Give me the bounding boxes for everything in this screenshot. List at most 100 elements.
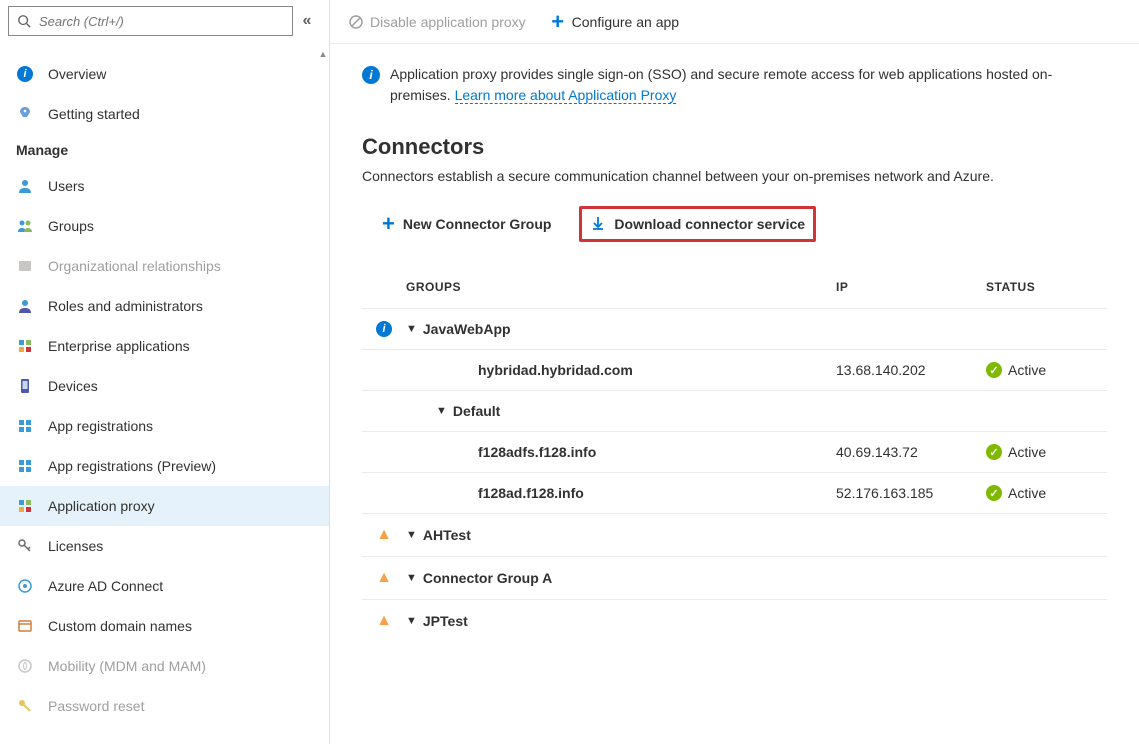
sidebar-item-licenses[interactable]: Licenses: [0, 526, 329, 566]
table-row[interactable]: hybridad.hybridad.com 13.68.140.202 ✓Act…: [362, 349, 1107, 390]
check-icon: ✓: [986, 444, 1002, 460]
table-row[interactable]: ▼ Default: [362, 390, 1107, 431]
warning-icon: ▲: [376, 569, 392, 587]
groups-icon: [16, 217, 34, 235]
grid-icon: [16, 457, 34, 475]
main-content: Disable application proxy + Configure an…: [330, 0, 1139, 744]
new-connector-group-button[interactable]: + New Connector Group: [374, 206, 559, 242]
caret-down-icon[interactable]: ▼: [406, 615, 417, 627]
column-header-status[interactable]: STATUS: [986, 280, 1107, 294]
learn-more-link[interactable]: Learn more about Application Proxy: [455, 87, 677, 104]
table-row[interactable]: i ▼ JavaWebApp: [362, 308, 1107, 349]
action-label: New Connector Group: [403, 216, 552, 232]
table-header-row: GROUPS IP STATUS: [362, 266, 1107, 308]
mobility-icon: [16, 657, 34, 675]
user-icon: [16, 177, 34, 195]
toolbar-label: Disable application proxy: [370, 14, 526, 30]
connectors-subtext: Connectors establish a secure communicat…: [362, 168, 1107, 184]
caret-down-icon[interactable]: ▼: [436, 405, 447, 417]
sidebar-item-label: Getting started: [48, 106, 140, 122]
connect-icon: [16, 577, 34, 595]
sidebar-item-label: Enterprise applications: [48, 338, 190, 354]
group-name: Connector Group A: [423, 570, 552, 586]
sidebar-item-roles-and-administrators[interactable]: Roles and administrators: [0, 286, 329, 326]
caret-down-icon[interactable]: ▼: [406, 572, 417, 584]
host-name: hybridad.hybridad.com: [478, 362, 633, 378]
grid-icon: [16, 337, 34, 355]
sidebar-item-label: Mobility (MDM and MAM): [48, 658, 206, 674]
host-ip: 40.69.143.72: [836, 444, 986, 460]
column-header-groups[interactable]: GROUPS: [406, 280, 836, 294]
search-icon: [17, 14, 31, 28]
key-icon: [16, 537, 34, 555]
sidebar-item-application-proxy[interactable]: Application proxy: [0, 486, 329, 526]
host-name: f128ad.f128.info: [478, 485, 584, 501]
sidebar-item-azure-ad-connect[interactable]: Azure AD Connect: [0, 566, 329, 606]
table-row[interactable]: ▲ ▼ AHTest: [362, 513, 1107, 556]
connectors-table: GROUPS IP STATUS i ▼ JavaWebApp hybridad.…: [362, 266, 1107, 642]
table-row[interactable]: f128ad.f128.info 52.176.163.185 ✓Active: [362, 472, 1107, 513]
group-name: JavaWebApp: [423, 321, 511, 337]
info-banner: i Application proxy provides single sign…: [362, 64, 1107, 106]
sidebar-item-getting-started[interactable]: Getting started: [0, 94, 329, 134]
admin-icon: [16, 297, 34, 315]
sidebar-item-label: Azure AD Connect: [48, 578, 163, 594]
sidebar-item-password-reset: Password reset: [0, 686, 329, 726]
download-connector-service-button[interactable]: Download connector service: [579, 206, 816, 242]
table-row[interactable]: ▲ ▼ Connector Group A: [362, 556, 1107, 599]
device-icon: [16, 377, 34, 395]
search-input[interactable]: [39, 14, 284, 29]
sidebar-item-overview[interactable]: i Overview: [0, 54, 329, 94]
sidebar-item-label: Password reset: [48, 698, 144, 714]
host-ip: 52.176.163.185: [836, 485, 986, 501]
search-box[interactable]: [8, 6, 293, 36]
sidebar-item-enterprise-applications[interactable]: Enterprise applications: [0, 326, 329, 366]
info-icon: i: [16, 65, 34, 83]
sidebar-item-custom-domain-names[interactable]: Custom domain names: [0, 606, 329, 646]
sidebar-item-organizational-relationships: Organizational relationships: [0, 246, 329, 286]
action-label: Download connector service: [614, 216, 805, 232]
check-icon: ✓: [986, 485, 1002, 501]
caret-down-icon[interactable]: ▼: [406, 529, 417, 541]
sidebar-item-app-registrations[interactable]: App registrations: [0, 406, 329, 446]
info-icon: i: [376, 321, 392, 337]
sidebar-item-app-registrations-preview[interactable]: App registrations (Preview): [0, 446, 329, 486]
group-name: AHTest: [423, 527, 471, 543]
sidebar-item-label: Application proxy: [48, 498, 155, 514]
status-badge: ✓Active: [986, 444, 1107, 460]
configure-an-app-button[interactable]: + Configure an app: [550, 14, 679, 30]
sidebar-item-users[interactable]: Users: [0, 166, 329, 206]
caret-down-icon[interactable]: ▼: [406, 323, 417, 335]
status-badge: ✓Active: [986, 485, 1107, 501]
plus-icon: +: [550, 14, 566, 30]
org-icon: [16, 257, 34, 275]
plus-icon: +: [382, 213, 395, 235]
domain-icon: [16, 617, 34, 635]
sidebar-item-label: App registrations: [48, 418, 153, 434]
group-name: Default: [453, 403, 500, 419]
download-icon: [590, 215, 606, 234]
sidebar-item-label: Licenses: [48, 538, 103, 554]
warning-icon: ▲: [376, 612, 392, 630]
table-row[interactable]: ▲ ▼JPTest: [362, 599, 1107, 642]
sidebar: « ▲ i Overview Getting started Manage Us…: [0, 0, 330, 744]
table-row[interactable]: f128adfs.f128.info 40.69.143.72 ✓Active: [362, 431, 1107, 472]
check-icon: ✓: [986, 362, 1002, 378]
rocket-icon: [16, 105, 34, 123]
host-name: f128adfs.f128.info: [478, 444, 596, 460]
info-icon: i: [362, 66, 380, 84]
sidebar-item-label: Overview: [48, 66, 106, 82]
sidebar-item-devices[interactable]: Devices: [0, 366, 329, 406]
warning-icon: ▲: [376, 526, 392, 544]
sidebar-item-label: Groups: [48, 218, 94, 234]
sidebar-item-label: Organizational relationships: [48, 258, 221, 274]
key-icon: [16, 697, 34, 715]
sidebar-item-groups[interactable]: Groups: [0, 206, 329, 246]
collapse-sidebar-button[interactable]: «: [293, 7, 321, 35]
toolbar: Disable application proxy + Configure an…: [330, 0, 1139, 44]
disable-icon: [348, 14, 364, 30]
section-header-manage: Manage: [0, 134, 329, 166]
sidebar-item-label: App registrations (Preview): [48, 458, 216, 474]
column-header-ip[interactable]: IP: [836, 280, 986, 294]
sidebar-item-mobility: Mobility (MDM and MAM): [0, 646, 329, 686]
